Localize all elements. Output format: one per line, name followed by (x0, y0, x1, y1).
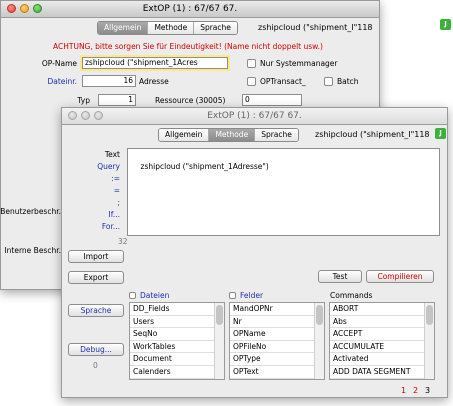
page-3-link[interactable]: 3 (425, 386, 430, 395)
zero-value: 0 (93, 361, 98, 370)
dateien-list[interactable]: DD_Fields Users SeqNo WorkTables Documen… (129, 302, 225, 380)
for-link[interactable]: For... (102, 222, 120, 231)
count-value: 32 (118, 237, 128, 246)
felder-checkbox[interactable] (229, 292, 236, 299)
ressource-label: Ressource (30005) (155, 96, 226, 105)
list-item[interactable]: WorkTables (130, 341, 224, 354)
scroll-thumb[interactable] (316, 305, 323, 325)
minimize-button-inactive[interactable] (81, 111, 90, 120)
back-corner-badge: J (440, 19, 451, 30)
list-item[interactable]: OPType (230, 353, 324, 366)
sprache-button[interactable]: Sprache (68, 304, 124, 317)
list-item[interactable]: Activated (330, 353, 434, 366)
ressource-input[interactable]: 0 (242, 94, 302, 106)
list-item[interactable]: OPText (230, 366, 324, 379)
list-item[interactable]: Calenders (130, 366, 224, 379)
list-item[interactable]: Document (130, 353, 224, 366)
typ-input[interactable]: 1 (98, 94, 136, 106)
import-button[interactable]: Import (68, 250, 124, 263)
list-item[interactable]: Nr (230, 316, 324, 329)
list-item[interactable]: Abs (330, 316, 434, 329)
batch-label: Batch (337, 77, 359, 86)
query-link[interactable]: Query (97, 162, 120, 171)
dateinr-input[interactable]: 16 (82, 75, 136, 87)
tab-methode[interactable]: Methode (147, 22, 194, 34)
optransact-checkbox[interactable] (247, 77, 256, 86)
front-tab-bar: Allgemein Methode Sprache (158, 128, 299, 142)
back-window-title: ExtOP (1) : 67/67 67. (142, 4, 238, 14)
front-window: ExtOP (1) : 67/67 67. Allgemein Methode … (61, 107, 448, 398)
back-window-titlebar[interactable]: ExtOP (1) : 67/67 67. (1, 1, 379, 18)
tab-allgemein[interactable]: Allgemein (159, 129, 209, 141)
op-name-input[interactable]: zshipcloud ("shipment_1Acres (82, 57, 228, 69)
batch-checkbox[interactable] (324, 77, 333, 86)
list-item[interactable]: ABORT (330, 303, 434, 316)
dateien-scrollbar[interactable] (214, 303, 224, 379)
front-window-titlebar[interactable]: ExtOP (1) : 67/67 67. (62, 108, 447, 125)
debug-button[interactable]: Debug... (68, 343, 124, 356)
page-1-link[interactable]: 1 (401, 386, 406, 395)
felder-header: Felder (240, 291, 264, 300)
equals-link[interactable]: = (114, 186, 120, 195)
list-item[interactable]: ADD DATA SEGMENT (330, 366, 434, 379)
benutzerbeschr-label: Benutzerbeschr. (0, 207, 61, 216)
list-item[interactable]: Users (130, 316, 224, 329)
page-2-link[interactable]: 2 (413, 386, 418, 395)
test-button[interactable]: Test (318, 270, 362, 283)
scroll-thumb[interactable] (216, 305, 223, 325)
front-header-text: zshipcloud ("shipment_I"118 (315, 130, 430, 139)
list-item[interactable]: SeqNo (130, 328, 224, 341)
list-item[interactable]: OPName (230, 328, 324, 341)
commands-scrollbar[interactable] (424, 303, 434, 379)
zoom-button-inactive[interactable] (94, 111, 103, 120)
compile-button[interactable]: Compilieren (366, 270, 434, 283)
export-button[interactable]: Export (68, 271, 124, 284)
tab-sprache[interactable]: Sprache (193, 22, 237, 34)
minimize-button[interactable] (20, 4, 29, 13)
zoom-button[interactable] (33, 4, 42, 13)
felder-list[interactable]: MandOPNr Nr OPName OPFileNo OPType OPTex… (229, 302, 325, 380)
op-name-label: OP-Name (41, 59, 77, 68)
list-item[interactable]: OPFileNo (230, 341, 324, 354)
text-editor[interactable]: zshipcloud ("shipment_1Adresse") (127, 148, 440, 236)
text-editor-content: zshipcloud ("shipment_1Adresse") (140, 162, 269, 171)
close-button-inactive[interactable] (68, 111, 77, 120)
list-item[interactable]: ACCUMULATE (330, 341, 434, 354)
front-window-title: ExtOP (1) : 67/67 67. (207, 111, 302, 121)
felder-scrollbar[interactable] (314, 303, 324, 379)
list-item[interactable]: DD_Fields (130, 303, 224, 316)
commands-list[interactable]: ABORT Abs ACCEPT ACCUMULATE Activated AD… (329, 302, 435, 380)
nur-systemmanager-checkbox[interactable] (247, 59, 256, 68)
list-item[interactable]: ACCEPT (330, 328, 434, 341)
list-item[interactable]: MandOPNr (230, 303, 324, 316)
interne-beschr-label: Interne Beschr. (4, 246, 61, 255)
dateien-header: Dateien (140, 291, 170, 300)
scroll-thumb[interactable] (426, 305, 433, 325)
tab-allgemein[interactable]: Allgemein (98, 22, 148, 34)
semicolon-link[interactable]: ; (117, 198, 120, 207)
if-link[interactable]: If... (109, 210, 120, 219)
close-button[interactable] (7, 4, 16, 13)
typ-label: Typ (77, 96, 90, 105)
text-label: Text (104, 150, 120, 159)
assign-link[interactable]: := (111, 174, 120, 183)
tab-methode[interactable]: Methode (208, 129, 255, 141)
back-header-text: zshipcloud ("shipment_I"118 (258, 23, 373, 32)
nur-systemmanager-label: Nur Systemmanager (260, 59, 338, 68)
commands-header: Commands (330, 291, 373, 300)
front-corner-badge: J (435, 128, 446, 139)
adresse-label: Adresse (139, 77, 169, 86)
warning-text: ACHTUNG, bitte sorgen Sie für Eindeutigk… (53, 42, 323, 51)
optransact-label: OPTransact_ (260, 77, 306, 86)
back-tab-bar: Allgemein Methode Sprache (97, 21, 238, 35)
tab-sprache[interactable]: Sprache (254, 129, 298, 141)
dateien-checkbox[interactable] (129, 292, 136, 299)
dateinr-label: Dateinr. (47, 77, 77, 86)
